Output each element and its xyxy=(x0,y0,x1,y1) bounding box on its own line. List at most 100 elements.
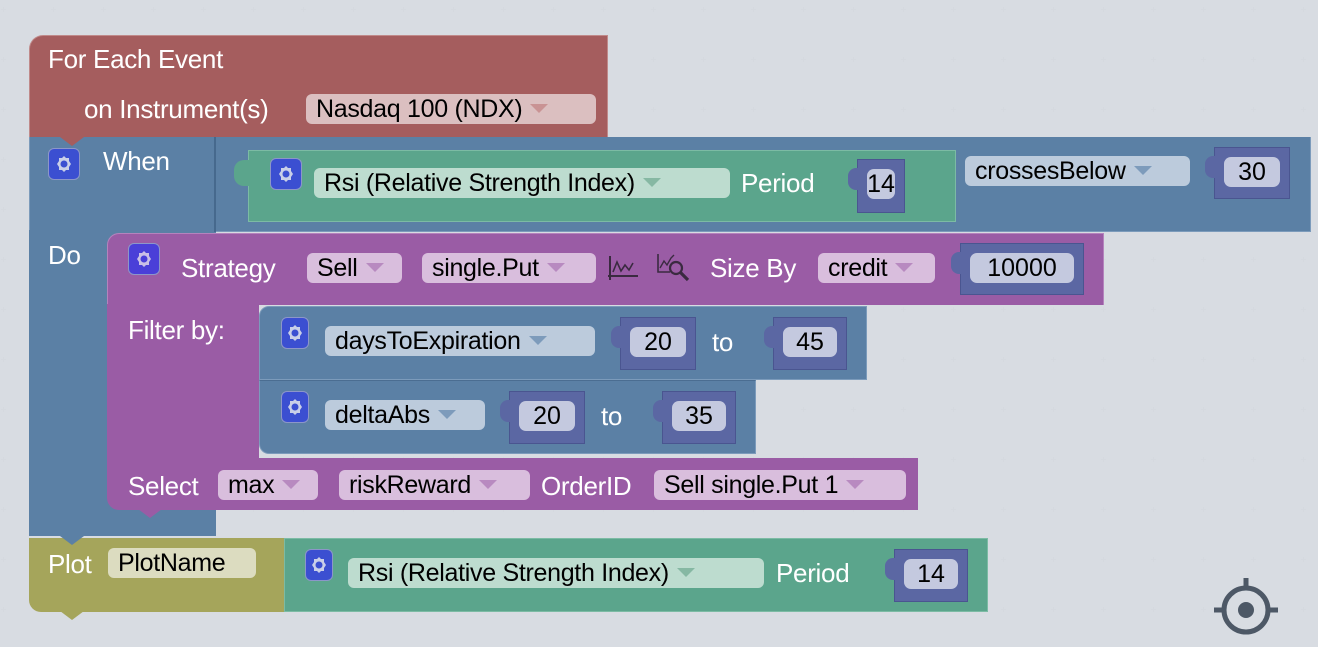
plot-period-number-block[interactable]: 14 xyxy=(885,549,968,602)
order-id-dropdown[interactable]: Sell single.Put 1 xyxy=(654,470,906,500)
side-dropdown[interactable]: Sell xyxy=(307,253,402,283)
grid-dot xyxy=(1201,407,1206,412)
notch xyxy=(138,509,162,518)
grid-dot xyxy=(801,407,806,412)
when-settings-gear-icon[interactable] xyxy=(48,148,80,180)
grid-dot xyxy=(1151,7,1156,12)
period-input[interactable]: 14 xyxy=(867,169,895,199)
select-metric-dropdown[interactable]: riskReward xyxy=(339,470,530,500)
grid-dot xyxy=(701,7,706,12)
grid-dot xyxy=(1301,107,1306,112)
chevron-down-icon xyxy=(546,262,565,272)
grid-dot xyxy=(901,357,906,362)
select-agg-dropdown[interactable]: max xyxy=(218,470,318,500)
grid-dot xyxy=(951,507,956,512)
indicator-dropdown[interactable]: Rsi (Relative Strength Index) xyxy=(314,168,730,198)
grid-dot xyxy=(1151,607,1156,612)
period-number-block[interactable]: 14 xyxy=(848,159,905,213)
threshold-input[interactable]: 30 xyxy=(1224,157,1280,187)
connector-tab xyxy=(1205,156,1217,178)
chevron-down-icon xyxy=(846,479,865,489)
instrument-value: Nasdaq 100 (NDX) xyxy=(316,95,523,123)
connector-tab xyxy=(764,326,776,348)
grid-dot xyxy=(1101,607,1106,612)
do-label: Do xyxy=(48,240,81,270)
filter-from-number-block[interactable]: 20 xyxy=(500,391,585,444)
grid-dot xyxy=(1151,457,1156,462)
grid-dot xyxy=(1251,57,1256,62)
chevron-down-icon xyxy=(365,262,384,272)
select-metric-value: riskReward xyxy=(349,471,472,499)
size-input[interactable]: 10000 xyxy=(970,253,1074,283)
filter-to-number-block[interactable]: 35 xyxy=(653,391,736,444)
filter-to-input[interactable]: 45 xyxy=(783,327,837,357)
grid-dot xyxy=(1001,57,1006,62)
plot-indicator-settings-gear-icon[interactable] xyxy=(305,549,333,581)
grid-dot xyxy=(901,307,906,312)
plot-name-input[interactable]: PlotName xyxy=(108,548,256,578)
chevron-down-icon xyxy=(479,479,498,489)
grid-dot xyxy=(1301,307,1306,312)
line-chart-icon[interactable] xyxy=(606,252,640,282)
grid-dot xyxy=(951,457,956,462)
strategy-settings-gear-icon[interactable] xyxy=(128,243,160,275)
grid-dot xyxy=(951,407,956,412)
grid-dot xyxy=(351,7,356,12)
grid-dot xyxy=(151,7,156,12)
plot-period-input[interactable]: 14 xyxy=(904,559,958,589)
grid-dot xyxy=(1201,107,1206,112)
grid-dot xyxy=(1,557,6,562)
grid-dot xyxy=(1301,507,1306,512)
rsi-settings-gear-icon[interactable] xyxy=(270,158,302,190)
filter-settings-gear-icon[interactable] xyxy=(281,391,309,423)
plot-label: Plot xyxy=(48,549,92,579)
filter-from-input[interactable]: 20 xyxy=(519,401,575,431)
filter-field-dropdown[interactable]: deltaAbs xyxy=(325,400,485,430)
size-by-dropdown[interactable]: credit xyxy=(818,253,935,283)
notch xyxy=(60,536,84,545)
grid-dot xyxy=(1001,457,1006,462)
grid-dot xyxy=(1001,607,1006,612)
grid-dot xyxy=(501,7,506,12)
chart-search-icon[interactable] xyxy=(656,252,692,284)
grid-dot xyxy=(1,407,6,412)
grid-dot xyxy=(1,157,6,162)
grid-dot xyxy=(1251,557,1256,562)
instrument-dropdown[interactable]: Nasdaq 100 (NDX) xyxy=(306,94,596,124)
grid-dot xyxy=(751,57,756,62)
filter-to-input[interactable]: 35 xyxy=(672,401,726,431)
grid-dot xyxy=(751,107,756,112)
grid-dot xyxy=(201,7,206,12)
grid-dot xyxy=(1001,507,1006,512)
grid-dot xyxy=(1051,407,1056,412)
grid-dot xyxy=(701,57,706,62)
strategy-label: Strategy xyxy=(181,253,276,283)
filter-settings-gear-icon[interactable] xyxy=(281,317,309,349)
filter-from-number-block[interactable]: 20 xyxy=(611,317,696,370)
filter-field-value: deltaAbs xyxy=(335,401,430,429)
filter-field-dropdown[interactable]: daysToExpiration xyxy=(325,326,595,356)
grid-dot xyxy=(801,107,806,112)
grid-dot xyxy=(1301,57,1306,62)
connector-tab xyxy=(848,168,860,190)
grid-dot xyxy=(551,7,556,12)
grid-dot xyxy=(1051,57,1056,62)
grid-dot xyxy=(851,57,856,62)
grid-dot xyxy=(1051,307,1056,312)
plot-indicator-dropdown[interactable]: Rsi (Relative Strength Index) xyxy=(348,558,764,588)
grid-dot xyxy=(1151,407,1156,412)
grid-dot xyxy=(1051,607,1056,612)
filter-to-number-block[interactable]: 45 xyxy=(764,317,847,370)
grid-dot xyxy=(1,507,6,512)
crosshair-icon[interactable] xyxy=(1214,578,1278,642)
operator-dropdown[interactable]: crossesBelow xyxy=(965,156,1190,186)
grid-dot xyxy=(1001,407,1006,412)
size-number-block[interactable]: 10000 xyxy=(951,243,1084,295)
strategy-type-dropdown[interactable]: single.Put xyxy=(422,253,596,283)
filter-from-input[interactable]: 20 xyxy=(630,327,686,357)
threshold-number-block[interactable]: 30 xyxy=(1205,147,1290,199)
when-label: When xyxy=(103,146,170,176)
size-by-value: credit xyxy=(828,254,888,282)
grid-dot xyxy=(1201,557,1206,562)
grid-dot xyxy=(1151,107,1156,112)
